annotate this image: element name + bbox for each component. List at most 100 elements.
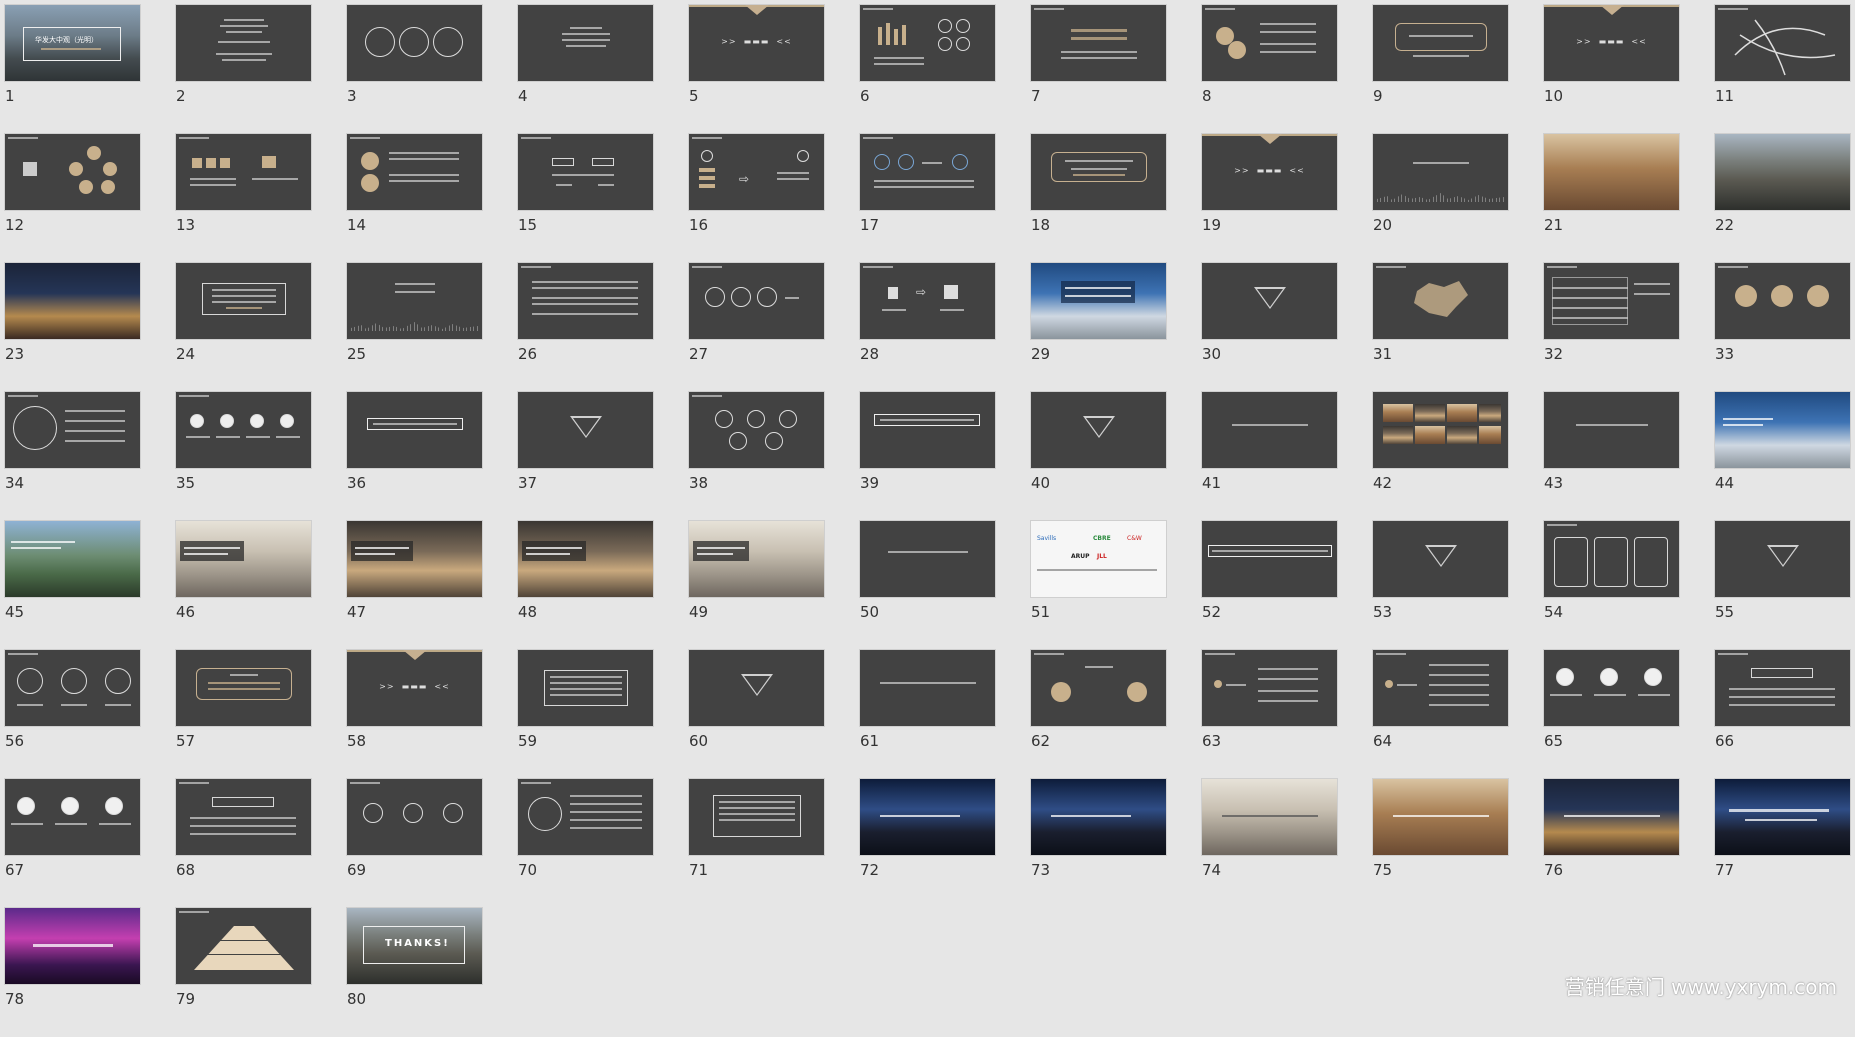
slide-thumbnail[interactable]: 77 xyxy=(1715,779,1850,908)
slide-thumbnail[interactable]: 27 xyxy=(689,263,824,392)
slide-thumbnail[interactable]: 华发大中观（光明） 1 xyxy=(5,5,140,134)
slide-preview xyxy=(1031,263,1166,339)
slide-thumbnail[interactable]: 59 xyxy=(518,650,653,779)
slide-thumbnail[interactable]: 64 xyxy=(1373,650,1508,779)
slide-thumbnail[interactable]: 2 xyxy=(176,5,311,134)
slide-thumbnail[interactable]: 36 xyxy=(347,392,482,521)
slide-number: 77 xyxy=(1715,861,1735,879)
slide-thumbnail[interactable]: 31 xyxy=(1373,263,1508,392)
slide-thumbnail[interactable]: 62 xyxy=(1031,650,1166,779)
slide-preview xyxy=(860,5,995,81)
slide-thumbnail[interactable]: 57 xyxy=(176,650,311,779)
slide-thumbnail[interactable]: 66 xyxy=(1715,650,1850,779)
slide-thumbnail[interactable]: 34 xyxy=(5,392,140,521)
slide-thumbnail[interactable]: 12 xyxy=(5,134,140,263)
slide-thumbnail[interactable]: ⇨ 16 xyxy=(689,134,824,263)
slide-thumbnail[interactable]: 65 xyxy=(1544,650,1679,779)
slide-thumbnail[interactable]: 46 xyxy=(176,521,311,650)
slide-number: 29 xyxy=(1031,345,1051,363)
slide-thumbnail[interactable]: 29 xyxy=(1031,263,1166,392)
slide-number: 47 xyxy=(347,603,367,621)
slide-thumbnail[interactable]: 41 xyxy=(1202,392,1337,521)
slide-thumbnail[interactable]: >> ▬▬▬ << 58 xyxy=(347,650,482,779)
slide-thumbnail[interactable]: 39 xyxy=(860,392,995,521)
slide-number: 71 xyxy=(689,861,709,879)
slide-number: 13 xyxy=(176,216,196,234)
slide-preview xyxy=(1031,779,1166,855)
slide-thumbnail[interactable]: 52 xyxy=(1202,521,1337,650)
slide-thumbnail[interactable]: 53 xyxy=(1373,521,1508,650)
slide-number: 35 xyxy=(176,474,196,492)
slide-thumbnail[interactable]: 74 xyxy=(1202,779,1337,908)
slide-thumbnail[interactable]: 50 xyxy=(860,521,995,650)
slide-thumbnail[interactable]: 33 xyxy=(1715,263,1850,392)
slide-thumbnail[interactable]: 8 xyxy=(1202,5,1337,134)
slide-thumbnail[interactable]: 20 xyxy=(1373,134,1508,263)
slide-thumbnail[interactable]: 45 xyxy=(5,521,140,650)
slide-preview xyxy=(689,263,824,339)
slide-thumbnail[interactable]: Savills CBRE ARUP JLL C&W 51 xyxy=(1031,521,1166,650)
slide-thumbnail[interactable]: 75 xyxy=(1373,779,1508,908)
slide-thumbnail[interactable]: 69 xyxy=(347,779,482,908)
slide-thumbnail[interactable]: 68 xyxy=(176,779,311,908)
slide-thumbnail[interactable]: 24 xyxy=(176,263,311,392)
slide-preview xyxy=(176,5,311,81)
slide-thumbnail[interactable]: 43 xyxy=(1544,392,1679,521)
slide-thumbnail[interactable]: 14 xyxy=(347,134,482,263)
slide-thumbnail[interactable]: 3 xyxy=(347,5,482,134)
slide-thumbnail[interactable]: 22 xyxy=(1715,134,1850,263)
slide-thumbnail[interactable]: >> ▬▬▬ << 5 xyxy=(689,5,824,134)
slide-thumbnail[interactable]: THANKS! 80 xyxy=(347,908,482,1037)
slide-thumbnail[interactable]: >> ▬▬▬ << 10 xyxy=(1544,5,1679,134)
slide-thumbnail[interactable]: 7 xyxy=(1031,5,1166,134)
slide-thumbnail[interactable]: 73 xyxy=(1031,779,1166,908)
slide-number: 49 xyxy=(689,603,709,621)
slide-thumbnail[interactable]: 72 xyxy=(860,779,995,908)
slide-thumbnail[interactable]: 42 xyxy=(1373,392,1508,521)
slide-preview xyxy=(176,134,311,210)
slide-thumbnail[interactable]: ⇨ 28 xyxy=(860,263,995,392)
slide-thumbnail[interactable]: 21 xyxy=(1544,134,1679,263)
slide-thumbnail[interactable]: 17 xyxy=(860,134,995,263)
slide-thumbnail[interactable]: 32 xyxy=(1544,263,1679,392)
slide-thumbnail[interactable]: 49 xyxy=(689,521,824,650)
slide-thumbnail[interactable]: 18 xyxy=(1031,134,1166,263)
slide-thumbnail[interactable]: 70 xyxy=(518,779,653,908)
slide-number: 15 xyxy=(518,216,538,234)
slide-thumbnail[interactable]: 38 xyxy=(689,392,824,521)
slide-thumbnail[interactable]: 23 xyxy=(5,263,140,392)
slide-number: 23 xyxy=(5,345,25,363)
slide-thumbnail[interactable]: 11 xyxy=(1715,5,1850,134)
slide-thumbnail[interactable]: 54 xyxy=(1544,521,1679,650)
slide-thumbnail[interactable]: 9 xyxy=(1373,5,1508,134)
slide-preview xyxy=(1202,5,1337,81)
slide-thumbnail[interactable]: 40 xyxy=(1031,392,1166,521)
slide-thumbnail[interactable]: 71 xyxy=(689,779,824,908)
slide-preview xyxy=(1031,650,1166,726)
slide-number: 48 xyxy=(518,603,538,621)
slide-thumbnail[interactable]: 44 xyxy=(1715,392,1850,521)
slide-preview xyxy=(1202,650,1337,726)
slide-thumbnail[interactable]: 61 xyxy=(860,650,995,779)
slide-thumbnail[interactable]: 60 xyxy=(689,650,824,779)
slide-thumbnail[interactable]: 67 xyxy=(5,779,140,908)
slide-thumbnail[interactable]: 48 xyxy=(518,521,653,650)
slide-thumbnail[interactable]: 4 xyxy=(518,5,653,134)
slide-thumbnail[interactable]: 78 xyxy=(5,908,140,1037)
slide-thumbnail[interactable]: 13 xyxy=(176,134,311,263)
slide-thumbnail[interactable]: 26 xyxy=(518,263,653,392)
slide-thumbnail[interactable]: 79 xyxy=(176,908,311,1037)
slide-thumbnail[interactable]: 25 xyxy=(347,263,482,392)
slide-thumbnail[interactable]: 37 xyxy=(518,392,653,521)
slide-thumbnail[interactable]: >> ▬▬▬ << 19 xyxy=(1202,134,1337,263)
slide-thumbnail[interactable]: 6 xyxy=(860,5,995,134)
slide-thumbnail[interactable]: 56 xyxy=(5,650,140,779)
slide-thumbnail[interactable]: 47 xyxy=(347,521,482,650)
slide-thumbnail[interactable]: 35 xyxy=(176,392,311,521)
slide-thumbnail[interactable]: 30 xyxy=(1202,263,1337,392)
slide-thumbnail[interactable]: 55 xyxy=(1715,521,1850,650)
slide-thumbnail[interactable]: 15 xyxy=(518,134,653,263)
map-region-graphic xyxy=(1414,281,1468,317)
slide-thumbnail[interactable]: 76 xyxy=(1544,779,1679,908)
slide-thumbnail[interactable]: 63 xyxy=(1202,650,1337,779)
